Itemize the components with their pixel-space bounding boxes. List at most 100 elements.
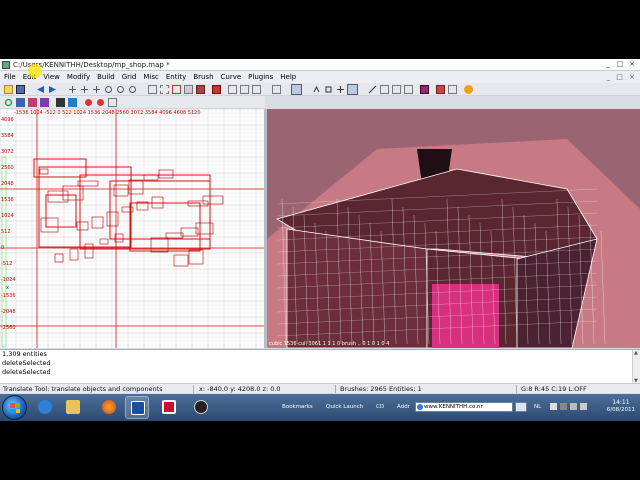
texture-lock-icon[interactable] <box>272 85 281 94</box>
tray-power-icon[interactable] <box>570 403 577 410</box>
minimize-button[interactable]: _ <box>603 60 613 69</box>
clip-tool-icon[interactable] <box>347 84 358 95</box>
menu-entity[interactable]: Entity <box>166 73 186 81</box>
start-button[interactable] <box>2 395 27 420</box>
entity-list-icon[interactable] <box>436 85 445 94</box>
make-hollow-icon[interactable] <box>228 85 237 94</box>
flip-x-icon[interactable] <box>68 85 77 94</box>
main-toolbar <box>0 83 640 96</box>
menu-plugins[interactable]: Plugins <box>248 73 273 81</box>
address-go-button[interactable] <box>515 402 527 412</box>
menu-view[interactable]: View <box>43 73 60 81</box>
camera-status-text: cubic 1536 cull 3061 1 1 1 0 brush .. 0 … <box>269 341 390 347</box>
y-ruler-label: 512 <box>1 229 11 235</box>
surface-inspector-icon[interactable] <box>448 85 457 94</box>
texture-tool-icon[interactable] <box>368 85 377 94</box>
language-indicator[interactable]: NL <box>534 404 541 410</box>
maximize-button[interactable]: □ <box>615 60 625 69</box>
translate-tool-icon[interactable] <box>291 84 302 95</box>
menu-curve[interactable]: Curve <box>221 73 242 81</box>
drag-tool-icon[interactable] <box>336 85 345 94</box>
make-room-icon[interactable] <box>240 85 249 94</box>
lighting-icon[interactable] <box>96 98 105 107</box>
cd-toolbar[interactable]: CD <box>376 404 384 410</box>
plugin-icon[interactable] <box>464 85 473 94</box>
firefox-icon <box>102 400 116 414</box>
grid-toggle-icon[interactable] <box>108 98 117 107</box>
address-bar[interactable]: www.KENNITHH.co.nr <box>415 402 513 412</box>
patch-bend-icon[interactable] <box>392 85 401 94</box>
taskbar-ukflag[interactable] <box>157 396 181 419</box>
undo-icon[interactable] <box>36 85 45 94</box>
menu-file[interactable]: File <box>4 73 16 81</box>
app-icon <box>2 61 10 69</box>
folder-icon <box>66 400 80 414</box>
window-controls: _ □ × <box>603 60 637 69</box>
building-left-facade <box>286 228 428 348</box>
view-xz-icon[interactable] <box>28 98 37 107</box>
y-ruler-label: 2048 <box>1 181 14 187</box>
menu-brush[interactable]: Brush <box>193 73 213 81</box>
filter-icon[interactable] <box>84 98 93 107</box>
patch-tool-icon[interactable] <box>380 85 389 94</box>
select-touching-icon[interactable] <box>148 85 157 94</box>
mdi-controls[interactable]: _ □ × <box>607 73 637 81</box>
tray-arrow-icon[interactable] <box>550 403 557 410</box>
camera-3d-view[interactable]: cubic 1536 cull 3061 1 1 1 0 brush .. 0 … <box>267 109 640 348</box>
menu-build[interactable]: Build <box>97 73 115 81</box>
taskbar-gauge[interactable] <box>189 396 213 419</box>
xy-grid-view[interactable]: -1536 1024 -512 0 512 1024 1536 2048 256… <box>0 109 264 348</box>
patch-insert-icon[interactable] <box>404 85 413 94</box>
bookmarks-toolbar[interactable]: Bookmarks <box>282 404 313 410</box>
rotate-y-icon[interactable] <box>116 85 125 94</box>
redo-icon[interactable] <box>48 85 57 94</box>
taskbar-explorer[interactable] <box>61 396 85 419</box>
csg-merge-icon[interactable] <box>212 85 221 94</box>
address-input[interactable]: www.KENNITHH.co.nr <box>424 404 483 410</box>
view-yz-icon[interactable] <box>40 98 49 107</box>
menu-help[interactable]: Help <box>280 73 296 81</box>
y-ruler-label: -2560 <box>1 325 16 331</box>
csg-subtract-icon[interactable] <box>196 85 205 94</box>
menu-modify[interactable]: Modify <box>67 73 90 81</box>
tray-volume-icon[interactable] <box>580 403 587 410</box>
camera-icon[interactable] <box>56 98 65 107</box>
taskbar-radiant[interactable] <box>125 396 149 419</box>
menu-misc[interactable]: Misc <box>143 73 158 81</box>
taskbar-firefox[interactable] <box>97 396 121 419</box>
console-line: deleteSelected <box>2 368 51 376</box>
select-complete-icon[interactable] <box>184 85 193 94</box>
flip-y-icon[interactable] <box>80 85 89 94</box>
console-panel[interactable]: 1,309 entities deleteSelected deleteSele… <box>0 349 640 384</box>
menu-grid[interactable]: Grid <box>122 73 137 81</box>
flip-z-icon[interactable] <box>92 85 101 94</box>
y-ruler-label: -1024 <box>1 277 16 283</box>
scroll-up-icon[interactable]: ▲ <box>634 350 638 356</box>
clipper-icon[interactable] <box>252 85 261 94</box>
rotate-tool-icon[interactable] <box>312 85 321 94</box>
quick-launch-toolbar[interactable]: Quick Launch <box>326 404 363 410</box>
system-clock[interactable]: 14:11 6/08/2011 <box>607 399 635 413</box>
refresh-icon[interactable] <box>4 98 13 107</box>
y-ruler-label: -2048 <box>1 309 16 315</box>
save-file-icon[interactable] <box>16 85 25 94</box>
show-shader-icon[interactable] <box>420 85 429 94</box>
clock-time: 14:11 <box>612 399 630 406</box>
open-file-icon[interactable] <box>4 85 13 94</box>
address-label: Addr <box>397 404 410 410</box>
taskbar-ie[interactable] <box>33 396 57 419</box>
map-2d-svg[interactable] <box>0 109 264 348</box>
texture-browser-icon[interactable] <box>68 98 77 107</box>
scale-tool-icon[interactable] <box>324 85 333 94</box>
close-button[interactable]: × <box>627 60 637 69</box>
tray-network-icon[interactable] <box>560 403 567 410</box>
console-scrollbar[interactable]: ▲ ▼ <box>632 350 640 384</box>
select-inside-icon[interactable] <box>160 85 169 94</box>
rotate-x-icon[interactable] <box>104 85 113 94</box>
view-xy-icon[interactable] <box>16 98 25 107</box>
cursor-highlight <box>28 64 42 78</box>
select-partial-icon[interactable] <box>172 85 181 94</box>
camera-render-svg[interactable] <box>267 109 640 348</box>
rotate-z-icon[interactable] <box>128 85 137 94</box>
windows-logo-icon <box>10 403 20 413</box>
